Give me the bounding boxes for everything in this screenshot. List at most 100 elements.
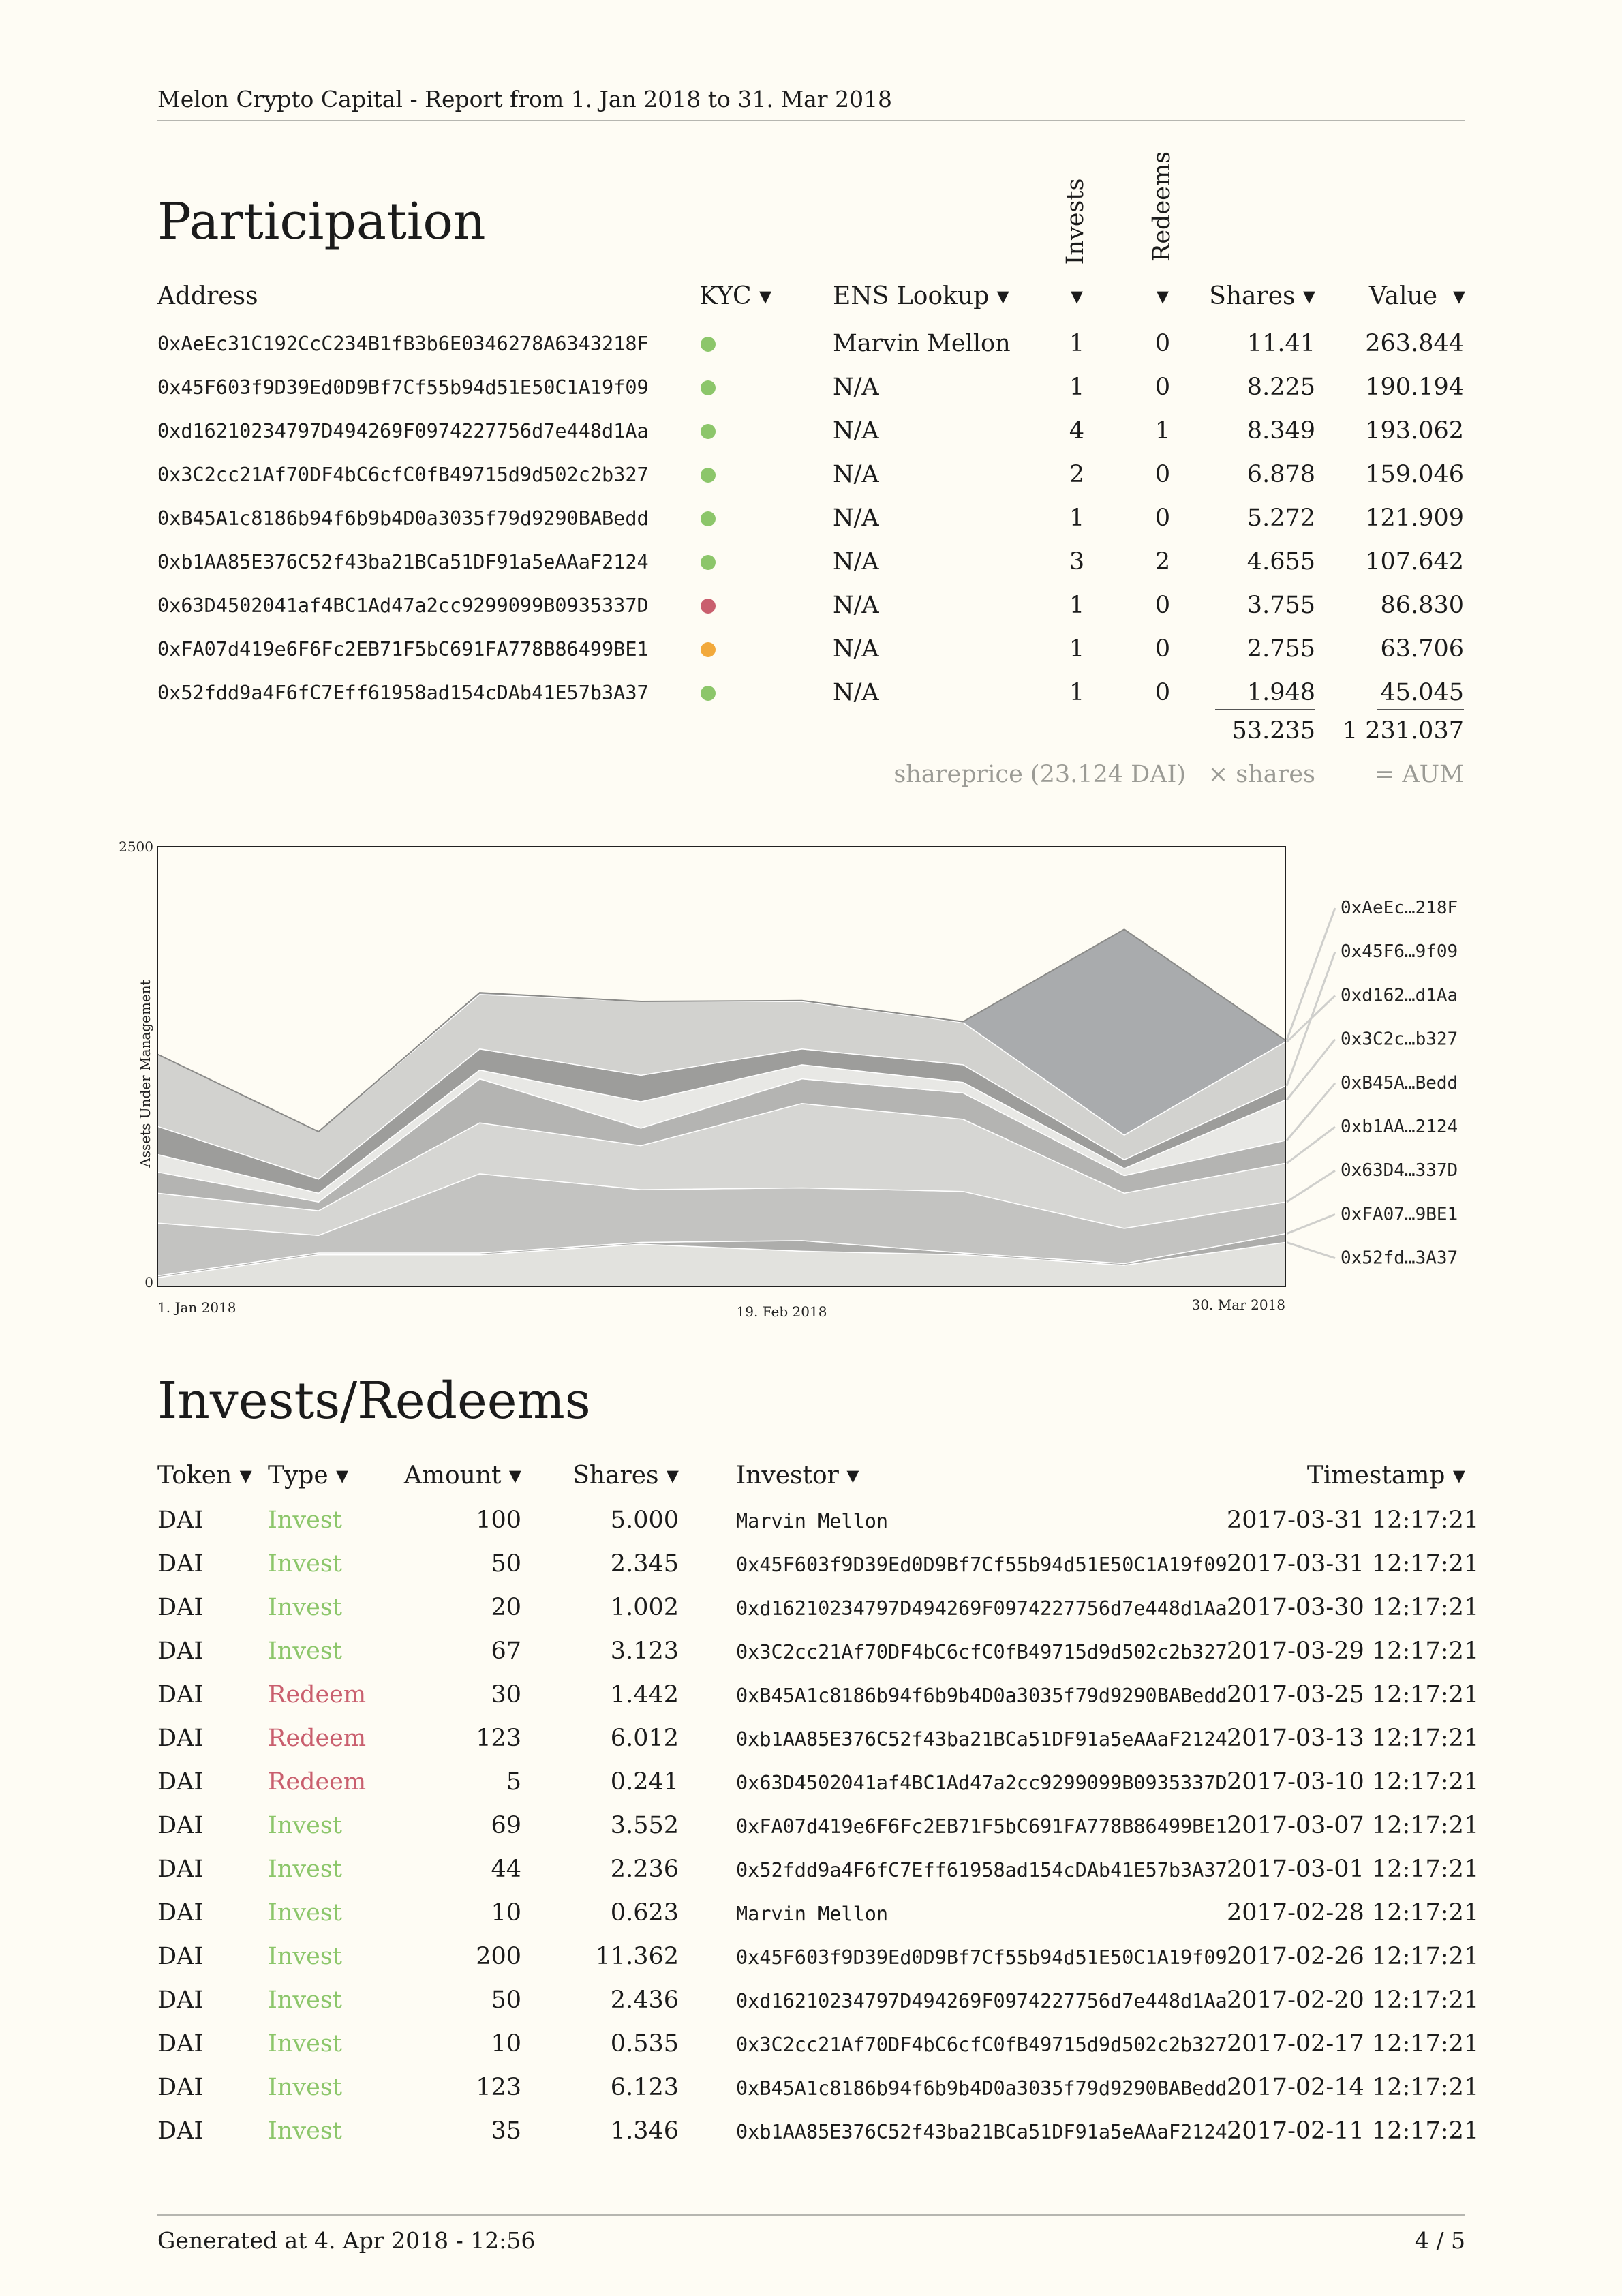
- token-cell: DAI: [157, 1550, 204, 1577]
- y-tick-label: 2500: [119, 839, 153, 855]
- y-tick-label: 0: [144, 1274, 153, 1290]
- chart-areas: [157, 928, 1286, 1287]
- fund-name: Melon Crypto Capital: [157, 86, 403, 112]
- timestamp-cell: 2017-02-26 12:17:21: [1227, 1943, 1480, 1970]
- participant-address[interactable]: 0xFA07d419e6F6Fc2EB71F5bC691FA778B86499B…: [157, 638, 649, 661]
- col-header-value[interactable]: Value ▾: [1336, 282, 1465, 310]
- investor-cell[interactable]: Marvin Mellon: [736, 1510, 888, 1532]
- amount-cell: 5: [506, 1768, 521, 1796]
- investor-cell[interactable]: 0x63D4502041af4BC1Ad47a2cc9299099B093533…: [736, 1772, 1227, 1794]
- investor-cell[interactable]: 0xd16210234797D494269F0974227756d7e448d1…: [736, 1597, 1227, 1620]
- value-total-rule: [1377, 709, 1464, 710]
- legend-entry: 0xb1AA…2124: [1341, 1117, 1458, 1137]
- legend-leader-line: [1286, 1241, 1336, 1260]
- report-subtitle: - Report from 1. Jan 2018 to 31. Mar 201…: [403, 86, 893, 112]
- type-cell: Invest: [268, 2030, 342, 2057]
- redeems-count: 0: [1154, 635, 1171, 663]
- investor-cell[interactable]: 0x45F603f9D39Ed0D9Bf7Cf55b94d51E50C1A19f…: [736, 1946, 1227, 1969]
- position-value: 159.046: [1365, 461, 1464, 488]
- col-header-kyc[interactable]: KYC ▾: [699, 282, 771, 310]
- col-header-invests[interactable]: Invests: [1046, 179, 1105, 265]
- investor-cell[interactable]: 0x52fdd9a4F6fC7Eff61958ad154cDAb41E57b3A…: [736, 1859, 1227, 1882]
- col-header-token[interactable]: Token ▾: [157, 1462, 252, 1490]
- investor-cell[interactable]: 0x3C2cc21Af70DF4bC6cfC0fB49715d9d502c2b3…: [736, 1641, 1227, 1663]
- invests-count: 1: [1069, 330, 1085, 357]
- ens-name: N/A: [833, 461, 879, 488]
- legend-entry: 0xB45A…Bedd: [1341, 1073, 1458, 1093]
- amount-cell: 50: [491, 1550, 521, 1577]
- investor-cell[interactable]: 0xFA07d419e6F6Fc2EB71F5bC691FA778B86499B…: [736, 1815, 1227, 1838]
- kyc-status-indicator: [701, 555, 716, 570]
- participant-address[interactable]: 0x3C2cc21Af70DF4bC6cfC0fB49715d9d502c2b3…: [157, 464, 649, 486]
- timestamp-cell: 2017-03-29 12:17:21: [1227, 1637, 1480, 1665]
- type-cell: Invest: [268, 1899, 342, 1927]
- ens-name: N/A: [833, 374, 879, 401]
- investor-cell[interactable]: 0xB45A1c8186b94f6b9b4D0a3035f79d9290BABe…: [736, 2077, 1227, 2100]
- legend-entry: 0x63D4…337D: [1341, 1160, 1458, 1181]
- type-cell: Invest: [268, 1594, 342, 1621]
- participant-address[interactable]: 0x52fdd9a4F6fC7Eff61958ad154cDAb41E57b3A…: [157, 682, 649, 704]
- amount-cell: 10: [491, 1899, 521, 1927]
- position-value: 45.045: [1380, 679, 1464, 706]
- ens-name: Marvin Mellon: [833, 330, 1011, 357]
- invests-count: 1: [1069, 679, 1085, 706]
- redeems-count: 0: [1154, 461, 1171, 488]
- aum-area-chart: 2500 01. Jan 2018 19. Feb 2018 30. Mar 2018…: [119, 839, 1458, 1320]
- shares-cell: 2.436: [610, 1987, 679, 2014]
- timestamp-cell: 2017-03-01 12:17:21: [1227, 1856, 1480, 1883]
- redeems-count: 0: [1154, 679, 1171, 706]
- col-header-invests-sort[interactable]: ▾: [1063, 282, 1090, 310]
- position-value: 86.830: [1380, 592, 1464, 619]
- kyc-status-indicator: [701, 642, 716, 657]
- timestamp-cell: 2017-02-28 12:17:21: [1227, 1899, 1480, 1927]
- col-header-redeems[interactable]: Redeems: [1133, 151, 1191, 262]
- col-header-redeems-sort[interactable]: ▾: [1149, 282, 1176, 310]
- investor-cell[interactable]: 0x3C2cc21Af70DF4bC6cfC0fB49715d9d502c2b3…: [736, 2034, 1227, 2056]
- token-cell: DAI: [157, 1987, 204, 2014]
- investor-cell[interactable]: 0x45F603f9D39Ed0D9Bf7Cf55b94d51E50C1A19f…: [736, 1554, 1227, 1576]
- amount-cell: 100: [476, 1507, 521, 1534]
- token-cell: DAI: [157, 1725, 204, 1752]
- shares-cell: 0.241: [610, 1768, 679, 1796]
- shares-cell: 5.000: [610, 1507, 679, 1534]
- invests-count: 1: [1069, 374, 1085, 401]
- amount-cell: 35: [491, 2117, 521, 2145]
- col-header-shares[interactable]: Shares ▾: [1193, 282, 1315, 310]
- col-header-timestamp[interactable]: Timestamp ▾: [1227, 1462, 1465, 1490]
- participant-address[interactable]: 0x63D4502041af4BC1Ad47a2cc9299099B093533…: [157, 594, 649, 617]
- legend-entry: 0xAeEc…218F: [1341, 898, 1458, 918]
- x-tick-label: 1. Jan 2018: [157, 1299, 236, 1316]
- timestamp-cell: 2017-03-31 12:17:21: [1227, 1550, 1480, 1577]
- col-header-ens[interactable]: ENS Lookup ▾: [833, 282, 1009, 310]
- col-header-amount[interactable]: Amount ▾: [368, 1462, 521, 1490]
- investor-cell[interactable]: 0xb1AA85E376C52f43ba21BCa51DF91a5eAAaF21…: [736, 2121, 1227, 2143]
- kyc-status-indicator: [701, 686, 716, 701]
- shares-cell: 3.552: [610, 1812, 679, 1839]
- participant-address[interactable]: 0xAeEc31C192CcC234B1fB3b6E0346278A634321…: [157, 333, 649, 355]
- participant-address[interactable]: 0xB45A1c8186b94f6b9b4D0a3035f79d9290BABe…: [157, 507, 649, 530]
- shares-cell: 6.123: [610, 2074, 679, 2101]
- participant-address[interactable]: 0xb1AA85E376C52f43ba21BCa51DF91a5eAAaF21…: [157, 551, 649, 573]
- invests-count: 2: [1069, 461, 1085, 488]
- timestamp-cell: 2017-02-14 12:17:21: [1227, 2074, 1480, 2101]
- timestamp-cell: 2017-03-31 12:17:21: [1227, 1507, 1480, 1534]
- investor-cell[interactable]: 0xd16210234797D494269F0974227756d7e448d1…: [736, 1990, 1227, 2012]
- col-header-ir-shares[interactable]: Shares ▾: [545, 1462, 679, 1490]
- investor-cell[interactable]: 0xB45A1c8186b94f6b9b4D0a3035f79d9290BABe…: [736, 1685, 1227, 1707]
- legend-leader-line: [1286, 1213, 1336, 1235]
- col-header-type[interactable]: Type ▾: [268, 1462, 348, 1490]
- investor-cell[interactable]: Marvin Mellon: [736, 1903, 888, 1925]
- type-cell: Invest: [268, 2117, 342, 2145]
- position-value: 121.909: [1365, 504, 1464, 532]
- col-header-address[interactable]: Address: [157, 282, 258, 310]
- participant-address[interactable]: 0x45F603f9D39Ed0D9Bf7Cf55b94d51E50C1A19f…: [157, 376, 649, 399]
- redeems-count: 2: [1154, 548, 1171, 575]
- participant-address[interactable]: 0xd16210234797D494269F0974227756d7e448d1…: [157, 420, 649, 442]
- investor-cell[interactable]: 0xb1AA85E376C52f43ba21BCa51DF91a5eAAaF21…: [736, 1728, 1227, 1751]
- token-cell: DAI: [157, 2030, 204, 2057]
- token-cell: DAI: [157, 1856, 204, 1883]
- col-header-investor[interactable]: Investor ▾: [736, 1462, 859, 1490]
- timestamp-cell: 2017-03-25 12:17:21: [1227, 1681, 1480, 1708]
- header-divider: [157, 120, 1465, 121]
- position-value: 107.642: [1365, 548, 1464, 575]
